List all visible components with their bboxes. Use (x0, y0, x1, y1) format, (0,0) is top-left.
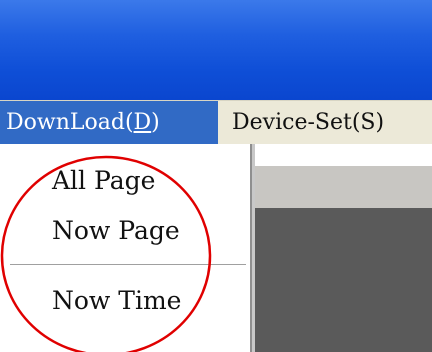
menu-device-set[interactable]: Device-Set(S) (226, 101, 432, 145)
app-window: DownLoad(D) Device-Set(S) All Page Now P… (0, 0, 432, 352)
menu-item-all-page-label: All Page (52, 166, 156, 195)
menu-download[interactable]: DownLoad(D) (0, 101, 218, 145)
menu-separator (10, 264, 246, 266)
menu-device-set-label: Device-Set(S) (232, 110, 385, 135)
content-area-top (252, 144, 432, 166)
download-dropdown-menu: All Page Now Page Now Time (0, 144, 252, 352)
menu-download-label-end: ) (151, 110, 160, 135)
content-toolbar (252, 166, 432, 208)
menu-item-now-time[interactable]: Now Time (52, 286, 181, 315)
title-bar[interactable] (0, 0, 432, 100)
content-viewer (252, 208, 432, 352)
menu-download-mnemonic: D (133, 110, 152, 135)
menu-item-now-time-label: Now Time (52, 286, 182, 315)
menu-item-now-page[interactable]: Now Page (52, 216, 180, 245)
menu-bar: DownLoad(D) Device-Set(S) (0, 100, 432, 145)
menu-download-label: DownLoad( (6, 110, 134, 135)
menu-item-now-page-label: Now Page (52, 216, 180, 245)
menu-item-all-page[interactable]: All Page (52, 166, 155, 195)
